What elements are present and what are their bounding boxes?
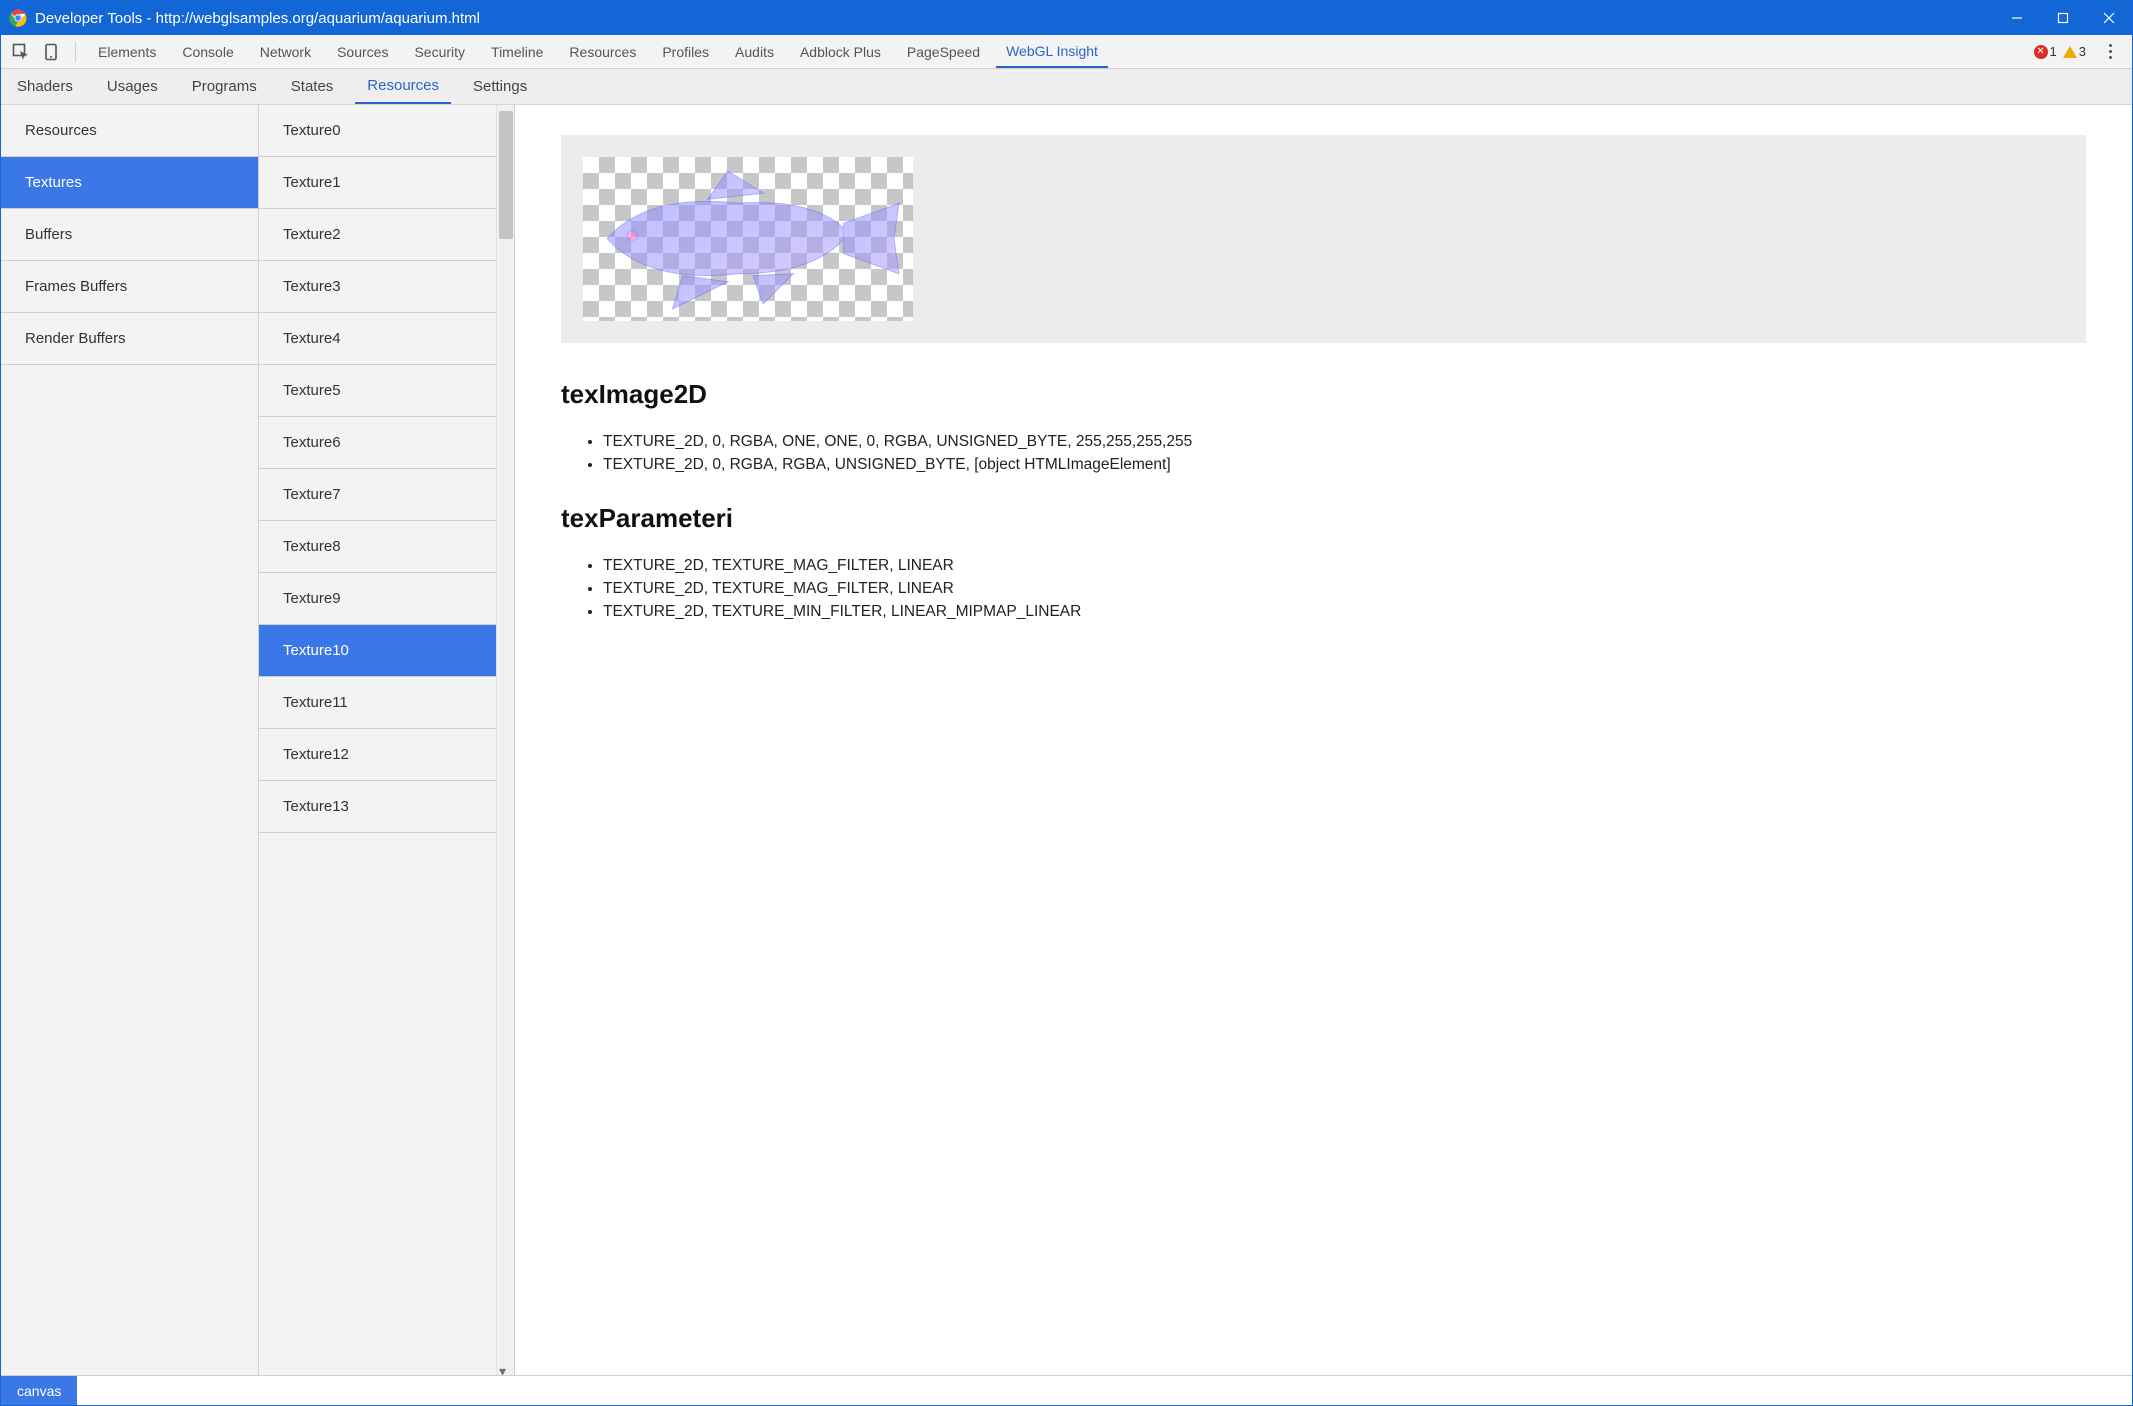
category-item-textures[interactable]: Textures xyxy=(1,157,258,209)
chrome-icon xyxy=(9,9,27,27)
devtools-tab-elements[interactable]: Elements xyxy=(88,35,166,68)
category-item-render-buffers[interactable]: Render Buffers xyxy=(1,313,258,365)
warning-count[interactable]: 3 xyxy=(2063,44,2086,59)
devtools-window: Developer Tools - http://webglsamples.or… xyxy=(0,0,2133,1406)
inspect-icon[interactable] xyxy=(9,40,33,64)
devtools-tab-pagespeed[interactable]: PageSpeed xyxy=(897,35,990,68)
window-title: Developer Tools - http://webglsamples.or… xyxy=(35,10,480,27)
close-button[interactable] xyxy=(2086,1,2132,35)
minimize-button[interactable] xyxy=(1994,1,2040,35)
devtools-tab-timeline[interactable]: Timeline xyxy=(481,35,553,68)
category-item-buffers[interactable]: Buffers xyxy=(1,209,258,261)
devtools-tab-adblock-plus[interactable]: Adblock Plus xyxy=(790,35,891,68)
section-heading-teximage2d: texImage2D xyxy=(561,379,2086,410)
texparameteri-list: TEXTURE_2D, TEXTURE_MAG_FILTER, LINEARTE… xyxy=(603,554,2086,624)
texture-list: Texture0Texture1Texture2Texture3Texture4… xyxy=(259,105,515,1375)
section-heading-texparameteri: texParameteri xyxy=(561,503,2086,534)
texture-preview xyxy=(583,157,913,321)
texture-item[interactable]: Texture1 xyxy=(259,157,496,209)
category-item-resources[interactable]: Resources xyxy=(1,105,258,157)
texparameteri-entry: TEXTURE_2D, TEXTURE_MAG_FILTER, LINEAR xyxy=(603,577,2086,600)
breadcrumb-canvas[interactable]: canvas xyxy=(1,1376,77,1405)
window-title-bar: Developer Tools - http://webglsamples.or… xyxy=(1,1,2132,35)
fish-texture-image xyxy=(587,163,909,314)
teximage2d-entry: TEXTURE_2D, 0, RGBA, ONE, ONE, 0, RGBA, … xyxy=(603,430,2086,453)
more-menu-icon[interactable] xyxy=(2100,44,2120,59)
category-item-frames-buffers[interactable]: Frames Buffers xyxy=(1,261,258,313)
devtools-tab-security[interactable]: Security xyxy=(404,35,475,68)
texture-item[interactable]: Texture10 xyxy=(259,625,496,677)
texture-item[interactable]: Texture8 xyxy=(259,521,496,573)
texture-item[interactable]: Texture0 xyxy=(259,105,496,157)
subtab-resources[interactable]: Resources xyxy=(355,69,451,104)
texture-item[interactable]: Texture9 xyxy=(259,573,496,625)
devtools-tab-console[interactable]: Console xyxy=(172,35,243,68)
resource-category-list: ResourcesTexturesBuffersFrames BuffersRe… xyxy=(1,105,259,1375)
separator xyxy=(75,42,76,62)
texture-item[interactable]: Texture11 xyxy=(259,677,496,729)
subtab-programs[interactable]: Programs xyxy=(180,69,269,104)
devtools-tab-strip: ElementsConsoleNetworkSourcesSecurityTim… xyxy=(1,35,2132,69)
texture-item[interactable]: Texture7 xyxy=(259,469,496,521)
texture-item[interactable]: Texture12 xyxy=(259,729,496,781)
footer-breadcrumb: canvas xyxy=(1,1375,2132,1405)
subtab-settings[interactable]: Settings xyxy=(461,69,539,104)
texture-item[interactable]: Texture4 xyxy=(259,313,496,365)
warning-icon xyxy=(2063,46,2077,58)
device-icon[interactable] xyxy=(39,40,63,64)
devtools-tab-network[interactable]: Network xyxy=(250,35,321,68)
devtools-tab-audits[interactable]: Audits xyxy=(725,35,784,68)
texture-item[interactable]: Texture6 xyxy=(259,417,496,469)
texparameteri-entry: TEXTURE_2D, TEXTURE_MAG_FILTER, LINEAR xyxy=(603,554,2086,577)
devtools-tab-webgl-insight[interactable]: WebGL Insight xyxy=(996,35,1108,68)
texture-detail-panel: texImage2D TEXTURE_2D, 0, RGBA, ONE, ONE… xyxy=(515,105,2132,1375)
devtools-tab-resources[interactable]: Resources xyxy=(559,35,646,68)
webgl-insight-subtabs: Shaders Usages Programs States Resources Sett… xyxy=(1,69,2132,105)
scrollbar[interactable]: ▴ ▾ xyxy=(496,105,514,1375)
main-panel: ResourcesTexturesBuffersFrames BuffersRe… xyxy=(1,105,2132,1375)
subtab-states[interactable]: States xyxy=(279,69,346,104)
texture-item[interactable]: Texture13 xyxy=(259,781,496,833)
window-controls xyxy=(1994,1,2132,35)
texparameteri-entry: TEXTURE_2D, TEXTURE_MIN_FILTER, LINEAR_M… xyxy=(603,600,2086,623)
texture-preview-frame xyxy=(561,135,2086,343)
devtools-tab-profiles[interactable]: Profiles xyxy=(652,35,719,68)
subtab-shaders[interactable]: Shaders xyxy=(5,69,85,104)
devtools-tab-sources[interactable]: Sources xyxy=(327,35,398,68)
subtab-usages[interactable]: Usages xyxy=(95,69,170,104)
teximage2d-entry: TEXTURE_2D, 0, RGBA, RGBA, UNSIGNED_BYTE… xyxy=(603,453,2086,476)
maximize-button[interactable] xyxy=(2040,1,2086,35)
texture-item[interactable]: Texture2 xyxy=(259,209,496,261)
error-icon: ✕ xyxy=(2034,45,2048,59)
scroll-down-icon[interactable]: ▾ xyxy=(499,1363,511,1375)
texture-item[interactable]: Texture3 xyxy=(259,261,496,313)
error-count[interactable]: ✕ 1 xyxy=(2034,44,2057,59)
teximage2d-list: TEXTURE_2D, 0, RGBA, ONE, ONE, 0, RGBA, … xyxy=(603,430,2086,477)
texture-item[interactable]: Texture5 xyxy=(259,365,496,417)
scroll-thumb[interactable] xyxy=(499,111,513,239)
